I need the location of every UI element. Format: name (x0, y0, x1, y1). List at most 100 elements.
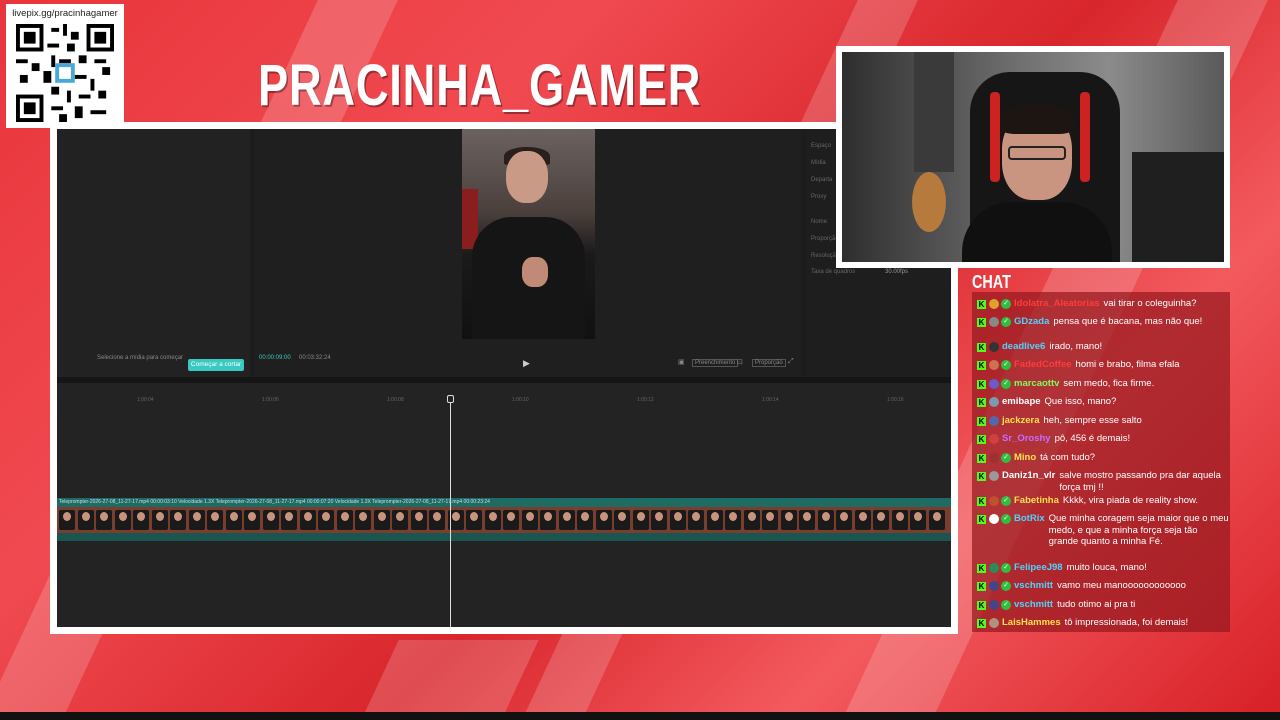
clip-thumbnail (318, 510, 334, 530)
chat-username[interactable]: FelipeeJ98 (1014, 562, 1063, 573)
chat-text: pensa que é bacana, mas não que! (1053, 316, 1203, 327)
ratio-button[interactable]: Proporção (752, 359, 786, 367)
clip-thumbnail (854, 510, 871, 530)
prop-label: Espaço (811, 143, 832, 149)
clip-thumbnail (873, 510, 889, 530)
video-track[interactable] (57, 507, 951, 533)
chat-text: heh, sempre esse salto (1043, 415, 1142, 426)
chat-username[interactable]: vschmitt (1014, 599, 1053, 610)
chat-username[interactable]: Idolatra_Aleatorias (1014, 298, 1100, 309)
crop-icon[interactable]: ⊡ (737, 358, 743, 366)
user-avatar (989, 581, 999, 591)
clip-thumbnail (614, 510, 630, 530)
chat-username[interactable]: marcaottv (1014, 378, 1059, 389)
clip-thumbnail (651, 510, 667, 530)
chat-username[interactable]: Daniz1n_vlr (1002, 470, 1055, 481)
clip-thumbnail (281, 510, 297, 530)
timeline[interactable]: 1:00:04 1:00:06 1:00:08 1:00:10 1:00:12 … (57, 383, 951, 627)
verified-icon: ✓ (1001, 299, 1011, 309)
clip-thumbnail (595, 510, 612, 530)
chat-username[interactable]: BotRix (1014, 513, 1045, 524)
clip-thumbnail (910, 510, 926, 530)
clip-thumbnail (817, 510, 834, 530)
verified-icon: ✓ (1001, 514, 1011, 524)
chat-message: K Daniz1n_vlr salve mostro passando pra da… (977, 470, 1229, 493)
chat-username[interactable]: GDzada (1014, 316, 1049, 327)
fill-button[interactable]: Preenchimento (692, 359, 739, 367)
clip-thumbnail (188, 510, 205, 530)
kick-icon: K (977, 343, 986, 352)
chat-message: K ✓ vschmitt tudo otimo ai pra ti (977, 599, 1229, 611)
clip-thumbnail (59, 510, 75, 530)
chat-panel: K ✓ Idolatra_Aleatorias vai tirar o colegui… (972, 292, 1230, 632)
user-avatar (989, 600, 999, 610)
playhead[interactable] (450, 399, 451, 627)
user-avatar (989, 397, 999, 407)
ruler-tick: 1:00:04 (137, 397, 154, 403)
kick-icon: K (977, 300, 986, 309)
chat-username[interactable]: emibape (1002, 396, 1041, 407)
expand-icon[interactable]: ⤢ (788, 358, 794, 366)
clip-thumbnail (780, 510, 797, 530)
clip-thumbnail (151, 510, 168, 530)
chat-username[interactable]: Fabetinha (1014, 495, 1059, 506)
chat-username[interactable]: Mino (1014, 452, 1036, 463)
clip-thumbnail (410, 510, 427, 530)
start-cut-button[interactable]: Começar a cortar (188, 359, 244, 371)
ruler-tick: 1:00:08 (387, 397, 404, 403)
clip-thumbnail (725, 510, 741, 530)
clip-thumbnail (632, 510, 649, 530)
user-avatar (989, 299, 999, 309)
clip-thumbnail (891, 510, 908, 530)
clip-thumbnail (392, 510, 408, 530)
user-avatar (989, 416, 999, 426)
chat-message: Kjackzera heh, sempre esse salto (977, 415, 1229, 427)
chat-text: Que minha coragem seja maior que o meu m… (1048, 513, 1229, 547)
chat-username[interactable]: vschmitt (1014, 580, 1053, 591)
ruler-tick: 1:00:14 (762, 397, 779, 403)
prop-label: Nome (811, 219, 828, 225)
chat-message: Kdeadlive6 irado, mano! (977, 341, 1229, 353)
time-total: 00:03:32:24 (299, 355, 331, 361)
fullscreen-fit-icon[interactable]: ▣ (678, 358, 685, 366)
prop-label: Proporção (811, 236, 839, 242)
clip-thumbnail (299, 510, 316, 530)
chat-text: tudo otimo ai pra ti (1057, 599, 1136, 610)
kick-icon: K (977, 472, 986, 481)
clip-thumbnail (928, 510, 945, 530)
ruler-tick: 1:00:12 (637, 397, 654, 403)
user-avatar (989, 471, 999, 481)
clip-thumbnail (836, 510, 852, 530)
chat-username[interactable]: FadedCoffee (1014, 359, 1072, 370)
chat-username[interactable]: deadlive6 (1002, 341, 1045, 352)
chat-username[interactable]: jackzera (1002, 415, 1040, 426)
clip-thumbnail (207, 510, 223, 530)
chat-text: Kkkk, vira piada de reality show. (1062, 495, 1199, 506)
clip-thumbnail (114, 510, 131, 530)
chat-message: K ✓ GDzada pensa que é bacana, mas não que! (977, 316, 1229, 328)
user-avatar (989, 317, 999, 327)
verified-icon: ✓ (1001, 360, 1011, 370)
channel-title: PRACINHA_GAMER (258, 53, 702, 118)
kick-icon: K (977, 435, 986, 444)
qr-panel: livepix.gg/pracinhagamer (6, 4, 124, 128)
play-icon[interactable]: ▶ (523, 358, 530, 369)
chat-username[interactable]: LaisHammes (1002, 617, 1061, 628)
chat-username[interactable]: Sr_Oroshy (1002, 433, 1051, 444)
chat-message: K ✓ marcaottv sem medo, fica firme. (977, 378, 1229, 390)
verified-icon: ✓ (1001, 453, 1011, 463)
kick-icon: K (977, 454, 986, 463)
chat-message: K ✓ vschmitt vamo meu manoooooooooooo (977, 580, 1229, 592)
clip-thumbnail (244, 510, 260, 530)
chat-text: muito louca, mano! (1066, 562, 1147, 573)
clip-thumbnail (225, 510, 242, 530)
playhead-handle[interactable] (447, 395, 454, 403)
verified-icon: ✓ (1001, 379, 1011, 389)
clip-thumbnail (799, 510, 815, 530)
chat-message: K LaisHammes tô impressionada, foi demais! (977, 617, 1229, 629)
clip-label: Teleprompter-2026-27-08_11-27-17.mp4 00:… (57, 498, 951, 507)
chat-text: irado, mano! (1049, 341, 1103, 352)
chat-text: sem medo, fica firme. (1063, 378, 1155, 389)
kick-icon: K (977, 380, 986, 389)
chat-text: tô impressionada, foi demais! (1064, 617, 1189, 628)
